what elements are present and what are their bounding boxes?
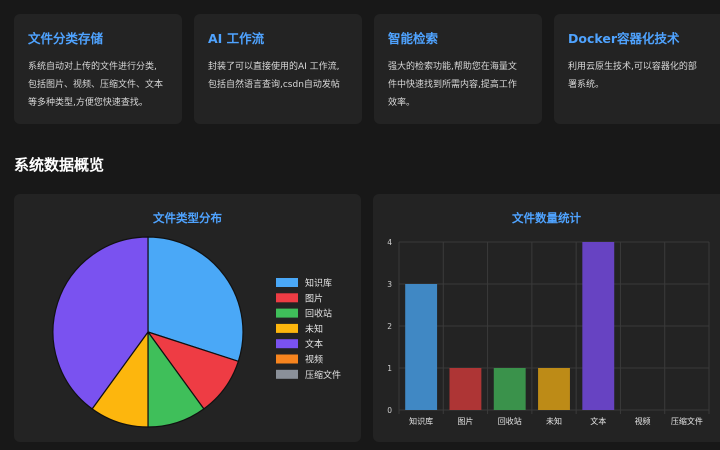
legend-label[interactable]: 回收站 xyxy=(305,308,332,320)
x-tick-label: 文本 xyxy=(590,416,606,426)
feature-title: Docker容器化技术 xyxy=(568,31,680,46)
bar[interactable] xyxy=(405,284,438,410)
feature-description: 强大的检索功能,帮助您在海量文 件中快速找到所需内容,提高工作 效率。 xyxy=(388,62,517,108)
legend-label[interactable]: 知识库 xyxy=(305,277,332,289)
section-title: 系统数据概览 xyxy=(14,156,105,174)
bar-chart: 0 1 2 3 4 知识库 图片 回收站 未知 文本 视频 压缩文件 xyxy=(387,238,710,426)
legend-label[interactable]: 图片 xyxy=(305,292,323,304)
feature-description: 利用云原生技术,可以容器化的部 署系统。 xyxy=(568,62,697,90)
x-tick-label: 未知 xyxy=(546,416,562,426)
x-tick-label: 压缩文件 xyxy=(671,416,703,426)
x-tick-label: 回收站 xyxy=(498,416,522,426)
pie-chart: 知识库图片回收站未知文本视频压缩文件 xyxy=(52,236,341,428)
legend-swatch xyxy=(276,278,298,287)
legend-label[interactable]: 未知 xyxy=(305,323,323,335)
feature-description: 系统自动对上传的文件进行分类, 包括图片、视频、压缩文件、文本 等多种类型,方便您快… xyxy=(28,62,164,108)
feature-card-smart-search: 智能检索 强大的检索功能,帮助您在海量文 件中快速找到所需内容,提高工作 效率。 xyxy=(374,14,542,124)
feature-title: 文件分类存储 xyxy=(28,31,104,46)
legend-swatch xyxy=(276,323,298,333)
legend-label[interactable]: 视频 xyxy=(305,354,323,366)
bar[interactable] xyxy=(582,242,615,410)
feature-card-ai-workflow: AI 工作流 封装了可以直接使用的AI 工作流, 包括自然语言查询,csdn自动发… xyxy=(194,14,362,124)
bar[interactable] xyxy=(449,368,482,410)
y-tick-label: 2 xyxy=(387,322,392,331)
legend-swatch xyxy=(276,308,298,318)
feature-description: 封装了可以直接使用的AI 工作流, 包括自然语言查询,csdn自动发帖 xyxy=(208,62,340,90)
legend-swatch xyxy=(276,293,298,303)
feature-card-docker: Docker容器化技术 利用云原生技术,可以容器化的部 署系统。 xyxy=(554,14,720,124)
legend-label[interactable]: 压缩文件 xyxy=(305,369,341,381)
y-tick-label: 4 xyxy=(387,238,392,247)
legend-label[interactable]: 文本 xyxy=(305,338,323,350)
bar[interactable] xyxy=(538,368,570,410)
feature-title: 智能检索 xyxy=(388,31,439,46)
x-tick-label: 知识库 xyxy=(409,416,433,426)
legend-swatch xyxy=(276,354,298,364)
y-tick-label: 1 xyxy=(387,364,392,373)
feature-card-file-storage: 文件分类存储 系统自动对上传的文件进行分类, 包括图片、视频、压缩文件、文本 等多种… xyxy=(14,14,182,124)
x-tick-label: 图片 xyxy=(457,416,473,426)
legend-swatch xyxy=(276,369,298,379)
x-tick-label: 视频 xyxy=(635,416,651,426)
legend-swatch xyxy=(276,339,298,349)
y-tick-label: 3 xyxy=(387,280,392,289)
y-tick-label: 0 xyxy=(387,406,392,415)
bar-chart-panel: 文件数量统计 0 1 2 3 4 知识库 图片 回收站 未知 文本 视频 压缩文件 xyxy=(373,194,720,442)
feature-title: AI 工作流 xyxy=(208,31,265,46)
bar[interactable] xyxy=(493,368,526,410)
pie-chart-panel: 文件类型分布 知识库 图片 回收站 未知 文本 视频 压缩文件 xyxy=(14,194,361,442)
